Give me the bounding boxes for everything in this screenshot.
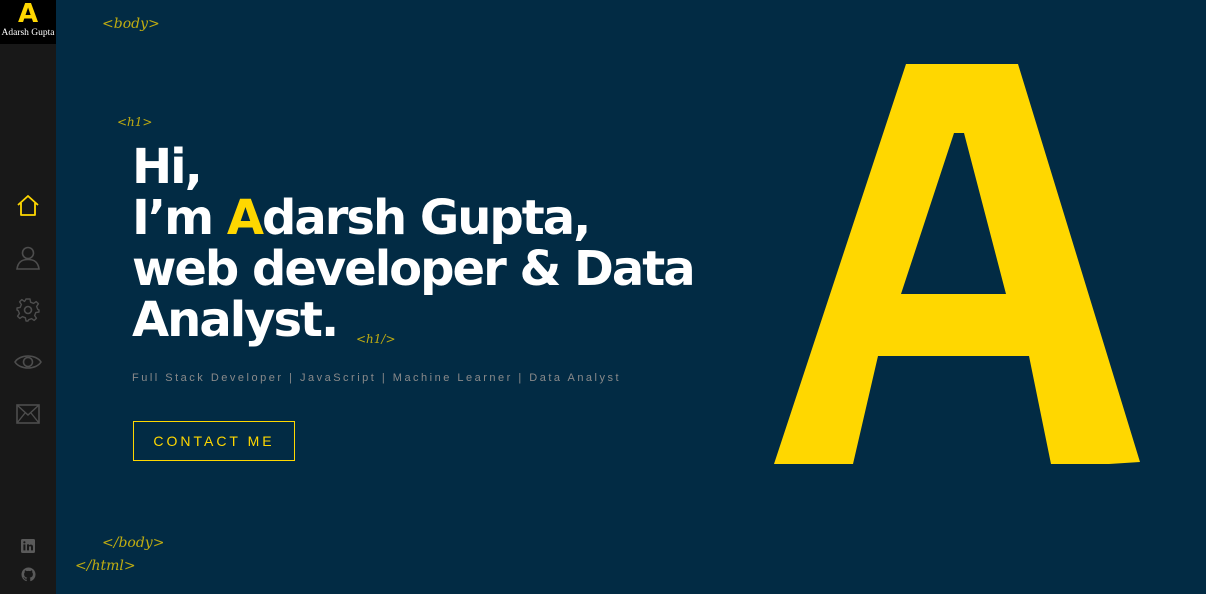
github-icon (20, 566, 36, 581)
headline-line-role: web developer & Data (132, 241, 696, 297)
logo[interactable]: A Adarsh Gupta (0, 0, 56, 44)
envelope-icon (16, 404, 40, 424)
linkedin-icon (21, 539, 35, 553)
sidebar: A Adarsh Gupta (0, 0, 56, 594)
nav-home[interactable] (0, 180, 56, 232)
nav-menu (0, 180, 56, 440)
h1-open-tag: <h1> (117, 115, 153, 129)
nav-work[interactable] (0, 336, 56, 388)
linkedin-link[interactable] (0, 532, 56, 560)
logo-letter: A (17, 0, 39, 29)
headline-accent-letter: A (226, 190, 264, 246)
headline-line-name: darsh Gupta, (261, 190, 591, 246)
hero-headline: Hi, I’m Adarsh Gupta, web developer & Da… (132, 139, 696, 348)
headline-line-greeting: Hi, (132, 139, 203, 195)
nav-skills[interactable] (0, 284, 56, 336)
logo-name: Adarsh Gupta (1, 28, 55, 38)
eye-icon (14, 355, 42, 369)
body-open-tag: <body> (102, 16, 160, 32)
html-close-tag: </html> (75, 558, 136, 574)
hero-subtitle: Full Stack Developer | JavaScript | Mach… (132, 372, 622, 384)
big-logo-letter (774, 64, 1140, 464)
headline-line-role-end: Analyst. (132, 292, 339, 348)
social-links (0, 532, 56, 588)
nav-about[interactable] (0, 232, 56, 284)
gear-icon (16, 298, 40, 322)
github-link[interactable] (0, 560, 56, 588)
user-icon (16, 246, 40, 270)
contact-me-button[interactable]: CONTACT ME (133, 421, 295, 461)
nav-contact[interactable] (0, 388, 56, 440)
body-close-tag: </body> (102, 535, 165, 551)
headline-line-prefix: I’m (132, 190, 227, 246)
home-icon (17, 195, 39, 216)
